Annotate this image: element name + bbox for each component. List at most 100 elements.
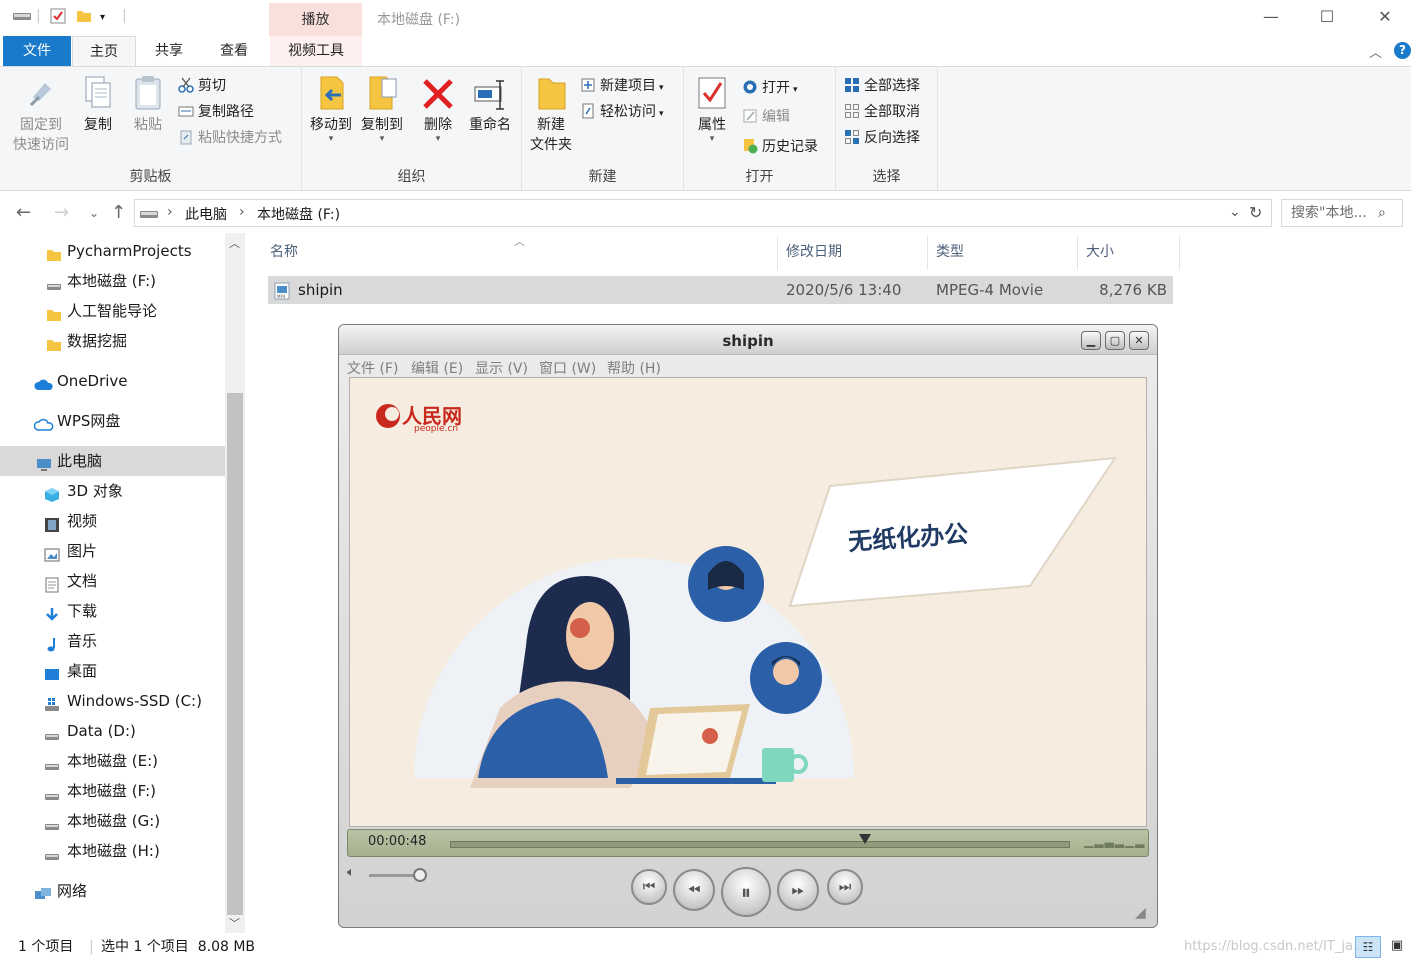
details-view-icon[interactable]: ☷ — [1355, 936, 1381, 958]
select-none-button[interactable]: 全部取消 — [844, 101, 920, 123]
player-menu-help[interactable]: 帮助 (H) — [607, 358, 661, 378]
nav-item[interactable]: 文档 — [0, 566, 225, 596]
nav-item[interactable]: 网络 — [0, 876, 225, 906]
collapse-ribbon-icon[interactable]: ︿ — [1369, 42, 1382, 61]
nav-item[interactable]: 本地磁盘 (G:) — [0, 806, 225, 836]
player-progress-track[interactable] — [450, 834, 1070, 848]
scroll-up-icon[interactable]: ︿ — [229, 235, 240, 251]
nav-item[interactable]: 人工智能导论 — [0, 296, 225, 326]
history-button[interactable]: 历史记录 — [742, 136, 818, 158]
video-player-window[interactable]: shipin ▁ ▢ ✕ 文件 (F) 编辑 (E) 显示 (V) 窗口 (W)… — [338, 324, 1158, 928]
new-folder-icon[interactable] — [76, 8, 92, 28]
back-arrow-icon[interactable]: ← — [16, 202, 31, 223]
open-button[interactable]: 打开 ▾ — [742, 77, 798, 99]
pin-quick-access-button[interactable]: 固定到 快速访问 — [8, 73, 74, 155]
nav-scrollbar-thumb[interactable] — [227, 393, 243, 915]
nav-item[interactable]: 下载 — [0, 596, 225, 626]
nav-item[interactable]: Windows-SSD (C:) — [0, 686, 225, 716]
nav-item[interactable]: 此电脑 — [0, 446, 225, 476]
pause-button[interactable]: ⏸︎ — [721, 867, 771, 917]
player-menu-window[interactable]: 窗口 (W) — [539, 358, 596, 378]
download-icon — [44, 603, 60, 621]
rename-button[interactable]: 重命名 — [464, 73, 516, 135]
recent-locations-chevron-icon[interactable]: ⌄ — [89, 206, 99, 220]
video-frame[interactable]: 人民网 people.cn 无纸化办公 — [349, 377, 1147, 827]
column-header-name[interactable]: 名称 — [262, 236, 778, 270]
column-header-size[interactable]: 大小 — [1078, 236, 1180, 270]
player-menu-file[interactable]: 文件 (F) — [347, 358, 398, 378]
tab-file[interactable]: 文件 — [3, 36, 71, 66]
delete-button[interactable]: 删除 ▾ — [416, 73, 460, 144]
nav-item[interactable]: WPS网盘 — [0, 406, 225, 436]
volume-knob[interactable] — [413, 868, 427, 882]
paste-button[interactable]: 粘贴 — [126, 73, 170, 135]
player-menu-edit[interactable]: 编辑 (E) — [411, 358, 463, 378]
nav-item[interactable]: 本地磁盘 (F:) — [0, 776, 225, 806]
film-icon — [44, 513, 60, 532]
copy-to-button[interactable]: 复制到 ▾ — [356, 73, 408, 144]
player-minimize-button[interactable]: ▁ — [1081, 331, 1101, 350]
address-bar[interactable]: › 此电脑 › 本地磁盘 (F:) ⌄ ↻ — [134, 199, 1272, 227]
tab-home[interactable]: 主页 — [72, 36, 136, 67]
player-close-button[interactable]: ✕ — [1129, 331, 1149, 350]
breadcrumb-local-disk-f[interactable]: 本地磁盘 (F:) — [257, 204, 340, 224]
properties-check-icon[interactable] — [50, 8, 66, 28]
nav-item[interactable]: 桌面 — [0, 656, 225, 686]
chevron-down-icon[interactable]: ▾ — [100, 12, 105, 23]
new-item-button[interactable]: 新建项目 ▾ — [580, 75, 664, 97]
select-all-button[interactable]: 全部选择 — [844, 75, 920, 97]
column-header-type[interactable]: 类型 — [928, 236, 1078, 270]
breadcrumb-this-pc[interactable]: 此电脑 — [185, 204, 227, 224]
nav-item[interactable]: 音乐 — [0, 626, 225, 656]
maximize-button[interactable]: ☐ — [1304, 4, 1350, 30]
new-folder-button[interactable]: 新建 文件夹 — [526, 73, 576, 155]
nav-item[interactable]: PycharmProjects — [0, 236, 225, 266]
forward-arrow-icon[interactable]: → — [54, 202, 69, 223]
player-playhead-icon[interactable] — [858, 834, 872, 848]
nav-item[interactable]: 视频 — [0, 506, 225, 536]
invert-selection-button[interactable]: 反向选择 — [844, 127, 920, 149]
nav-item[interactable]: OneDrive — [0, 366, 225, 396]
nav-item[interactable]: 数据挖掘 — [0, 326, 225, 356]
breadcrumb-separator-icon[interactable]: › — [167, 204, 173, 220]
tab-view[interactable]: 查看 — [203, 36, 265, 66]
properties-button[interactable]: 属性 ▾ — [690, 73, 734, 144]
refresh-icon[interactable]: ↻ — [1249, 203, 1262, 222]
nav-scrollbar[interactable]: ︿ ﹀ — [225, 233, 245, 933]
fast-forward-button[interactable]: ⏩︎ — [777, 869, 819, 911]
breadcrumb-separator-icon[interactable]: › — [239, 204, 245, 220]
scroll-down-icon[interactable]: ﹀ — [229, 915, 240, 931]
column-header-modified[interactable]: 修改日期 — [778, 236, 928, 270]
edit-button[interactable]: 编辑 — [742, 106, 790, 128]
player-maximize-button[interactable]: ▢ — [1105, 331, 1125, 350]
nav-item[interactable]: Data (D:) — [0, 716, 225, 746]
skip-to-end-button[interactable]: ⏭︎ — [827, 869, 863, 905]
nav-item[interactable]: 3D 对象 — [0, 476, 225, 506]
easy-access-button[interactable]: 轻松访问 ▾ — [580, 101, 664, 123]
nav-item[interactable]: 本地磁盘 (E:) — [0, 746, 225, 776]
tab-share[interactable]: 共享 — [138, 36, 200, 66]
search-input[interactable]: 搜索"本地... ⌕ — [1281, 199, 1403, 227]
close-button[interactable]: ✕ — [1362, 4, 1408, 30]
file-row[interactable]: MP4 shipin 2020/5/6 13:40 MPEG-4 Movie 8… — [268, 276, 1173, 304]
copy-button[interactable]: 复制 — [76, 73, 120, 135]
nav-item[interactable]: 本地磁盘 (F:) — [0, 266, 225, 296]
paste-shortcut-button[interactable]: 粘贴快捷方式 — [178, 127, 282, 149]
move-to-button[interactable]: 移动到 ▾ — [306, 73, 356, 144]
volume-slider[interactable]: 🔈︎ — [347, 865, 437, 883]
address-dropdown-chevron-icon[interactable]: ⌄ — [1229, 204, 1241, 220]
cut-button[interactable]: 剪切 — [178, 75, 226, 97]
help-icon[interactable]: ? — [1394, 42, 1411, 59]
nav-item[interactable]: 图片 — [0, 536, 225, 566]
minimize-button[interactable]: — — [1248, 4, 1294, 30]
nav-item[interactable]: 本地磁盘 (H:) — [0, 836, 225, 866]
rewind-button[interactable]: ⏪︎ — [673, 869, 715, 911]
copy-path-button[interactable]: 复制路径 — [178, 101, 254, 123]
player-menu-view[interactable]: 显示 (V) — [475, 358, 528, 378]
up-arrow-icon[interactable]: ↑ — [111, 202, 126, 223]
player-seek-bar[interactable]: 00:00:48 ▁▂▃▂▁▂ — [347, 829, 1149, 857]
large-icons-view-icon[interactable]: ▣ — [1386, 936, 1408, 958]
resize-grip-icon[interactable]: ◢ — [1135, 905, 1146, 921]
skip-to-start-button[interactable]: ⏮︎ — [631, 869, 667, 905]
tab-video-tools[interactable]: 视频工具 — [270, 36, 362, 66]
